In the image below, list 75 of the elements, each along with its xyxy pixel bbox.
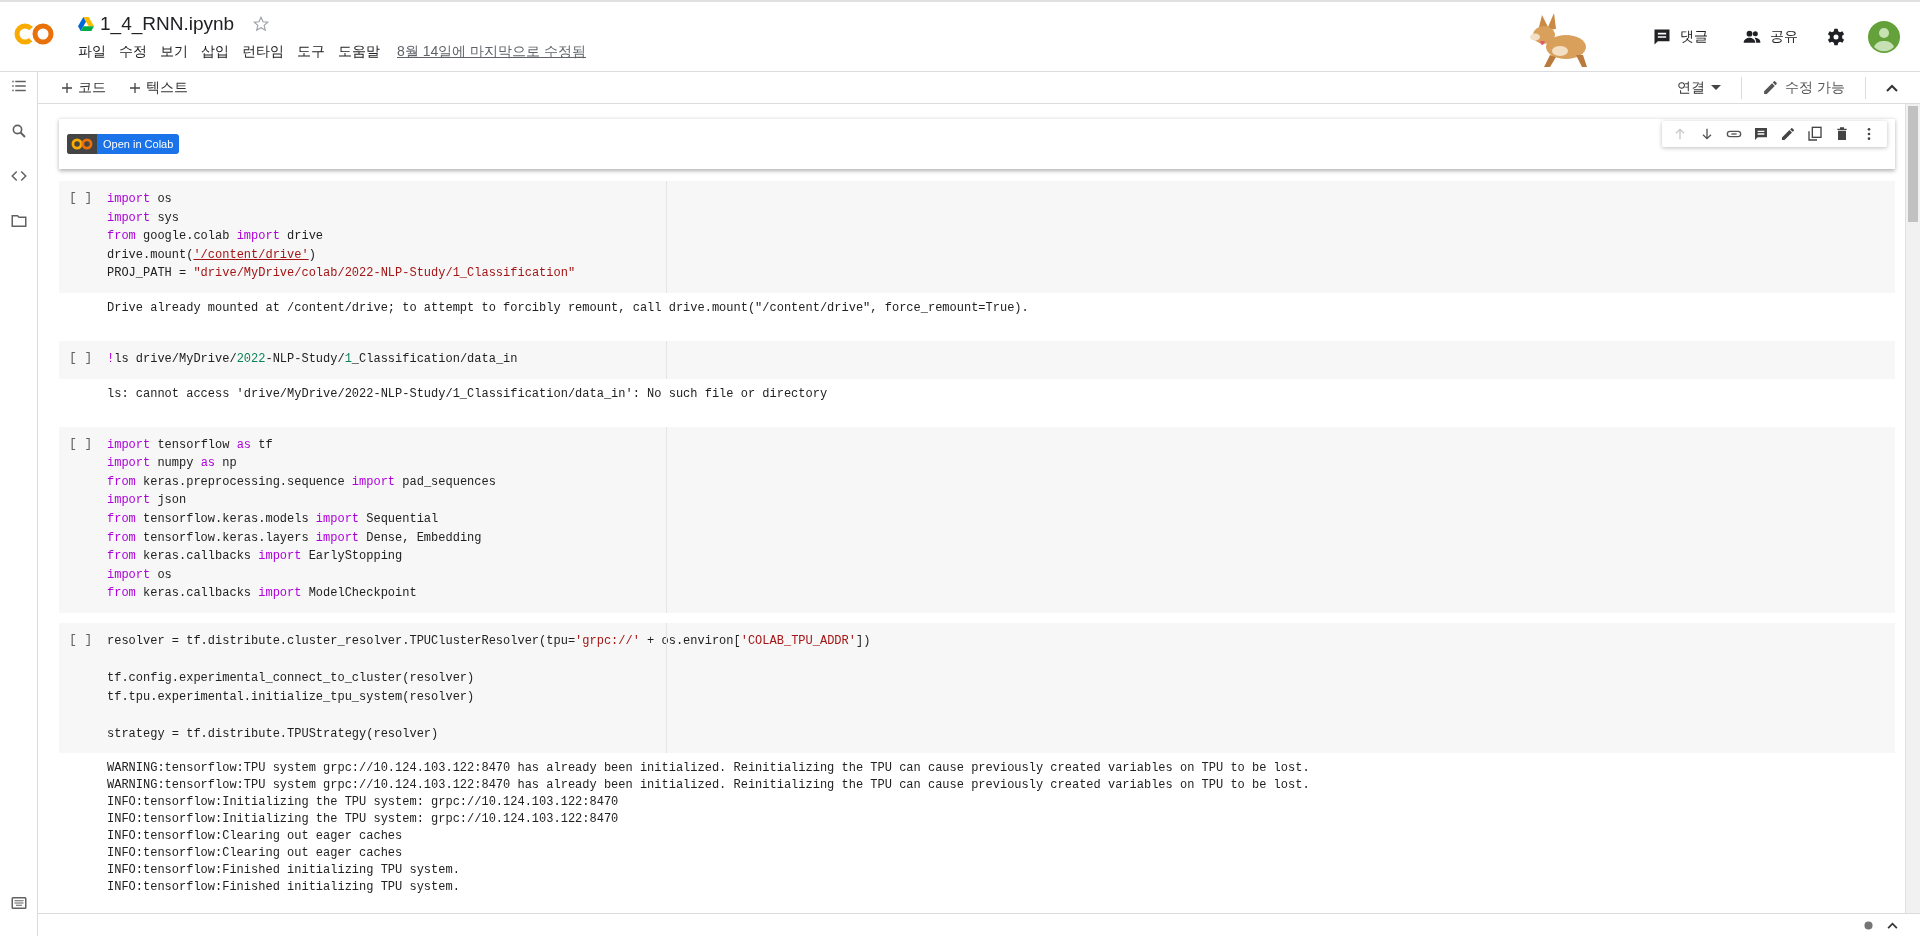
caret-up-icon[interactable] — [1887, 921, 1898, 929]
header-action-button[interactable]: 공유 — [1734, 20, 1806, 53]
edit-mode-button[interactable]: 수정 가능 — [1752, 76, 1855, 99]
connect-button[interactable]: 연결 — [1667, 76, 1732, 99]
badge-label: Open in Colab — [102, 138, 175, 150]
code-line: from keras.callbacks import EarlyStopping — [107, 548, 404, 566]
code-line: import tensorflow as tf — [107, 436, 274, 454]
code-cell[interactable] — [59, 622, 1895, 754]
code-line: from keras.callbacks import ModelCheckpoint — [107, 585, 418, 603]
code-cell[interactable]: [ ] !ls drive/MyDrive/2022-NLP-Study/1_Classification/data_in — [59, 340, 1895, 379]
open-in-colab-badge[interactable]: Open in Colab — [67, 134, 180, 154]
output-line: INFO:tensorflow:Clearing out eager caches — [107, 828, 404, 846]
run-cell-button[interactable]: [ ] — [69, 631, 107, 647]
output-line: INFO:tensorflow:Finished initializing TPU system. — [107, 879, 461, 897]
code-line: from tensorflow.keras.layers import Dense, Embedding — [107, 529, 483, 547]
code-line: drive.mount('/content/drive') — [107, 246, 317, 264]
code-line: import json — [107, 492, 188, 510]
code-line: import os — [107, 191, 173, 208]
code-line: import sys — [107, 209, 181, 227]
output-line: INFO:tensorflow:Initializing the TPU system: grpc://10.124.103.122:8470 — [107, 811, 620, 829]
header-action-button[interactable]: 댓글 — [1644, 20, 1716, 53]
star-icon[interactable] — [252, 14, 271, 33]
output-line: Drive already mounted at /content/drive; to attempt to forcibly remount, call drive.mount("/content/drive", force_remount=True). — [107, 299, 1030, 317]
output-line: INFO:tensorflow:Initializing the TPU system: grpc://10.124.103.122:8470 — [107, 794, 620, 812]
code-line: PROJ_PATH = "drive/MyDrive/colab/2022-NLP-Study/1_Classification" — [107, 265, 576, 283]
trash-icon[interactable] — [1834, 126, 1850, 142]
code-cell[interactable]: [ ] import os import sys from google.colab import drive drive.mount('/content/drive') PROJ_PATH = "drive/MyDrive/colab/2022-NLP-Study/1_Classification" — [59, 181, 1895, 293]
output-line: WARNING:tensorflow:TPU system grpc://10.124.103.122:8470 has already been initialized. Reinitializing the TPU can cause previously created variables on TPU to be lost. — [107, 777, 1311, 795]
comment-icon[interactable] — [1753, 126, 1769, 142]
avatar-icon[interactable] — [1868, 20, 1900, 53]
code-line: resolver = tf.distribute.cluster_resolver.TPUClusterResolver(tpu='grpc://' + os.environ['COLAB_TPU_ADDR']) — [107, 632, 871, 650]
code-line: from keras.preprocessing.sequence import pad_sequences — [107, 473, 496, 491]
last-edited-link[interactable]: 8월 14일에 마지막으로 수정됨 — [397, 42, 587, 61]
terminal-icon[interactable] — [9, 894, 28, 912]
code-line: !ls drive/MyDrive/2022-NLP-Study/1_Classification/data_in — [107, 350, 518, 368]
code-line: from google.colab import drive — [107, 228, 325, 246]
settings-icon[interactable] — [1826, 26, 1846, 47]
pencil-icon[interactable] — [1780, 126, 1796, 142]
menu-item[interactable]: 도구 — [297, 42, 325, 61]
menu-item[interactable]: 파일 — [78, 42, 106, 61]
add-cell-button[interactable]: 코드 — [52, 76, 116, 99]
run-cell-button[interactable]: [ ] — [69, 190, 107, 205]
caret-down-icon — [1711, 84, 1722, 91]
colab-logo[interactable] — [14, 21, 54, 46]
output-line: INFO:tensorflow:Clearing out eager caches — [107, 845, 404, 863]
code-line: tf.config.experimental_connect_to_cluster(resolver) — [107, 670, 476, 688]
menu-item[interactable]: 도움말 — [338, 42, 380, 61]
text-cell[interactable]: Open in Colab — [59, 118, 1895, 169]
code-line: import numpy as np — [107, 455, 238, 473]
mirror-cell-icon[interactable] — [1807, 126, 1823, 142]
pencil-icon — [1762, 79, 1780, 96]
code-line: strategy = tf.distribute.TPUStrategy(resolver) — [107, 725, 440, 743]
menu-item[interactable]: 수정 — [119, 42, 147, 61]
menu-item[interactable]: 삽입 — [201, 42, 229, 61]
folder-icon[interactable] — [9, 212, 28, 230]
run-cell-button[interactable]: [ ] — [69, 349, 107, 365]
add-cell-button[interactable]: 텍스트 — [120, 76, 198, 99]
code-cell[interactable] — [59, 426, 1895, 613]
output-line: WARNING:tensorflow:TPU system grpc://10.124.103.122:8470 has already been initialized. Reinitializing the TPU can cause previously created variables on TPU to be lost. — [107, 760, 1311, 778]
colab-logo — [67, 134, 97, 154]
output-line: INFO:tensorflow:Finished initializing TPU system. — [107, 862, 461, 880]
menu-item[interactable]: 런타임 — [242, 42, 284, 61]
output-line: ls: cannot access 'drive/MyDrive/2022-NLP-Study/1_Classification/data_in': No such file or directory — [107, 385, 829, 403]
collapse-icon[interactable] — [1886, 83, 1898, 92]
drive-icon[interactable] — [78, 16, 94, 31]
code-line: import os — [107, 566, 173, 584]
status-dot-icon — [1864, 920, 1873, 930]
notebook-title[interactable]: 1_4_RNN.ipynb — [100, 12, 235, 35]
code-line: tf.tpu.experimental.initialize_tpu_system(resolver) — [107, 688, 476, 706]
menu-item[interactable]: 보기 — [160, 42, 188, 61]
plus-icon — [130, 82, 140, 93]
run-cell-button[interactable]: [ ] — [69, 435, 107, 451]
code-line: from tensorflow.keras.models import Sequential — [107, 510, 440, 528]
scrollbar[interactable] — [1905, 104, 1920, 913]
plus-icon — [62, 82, 72, 93]
